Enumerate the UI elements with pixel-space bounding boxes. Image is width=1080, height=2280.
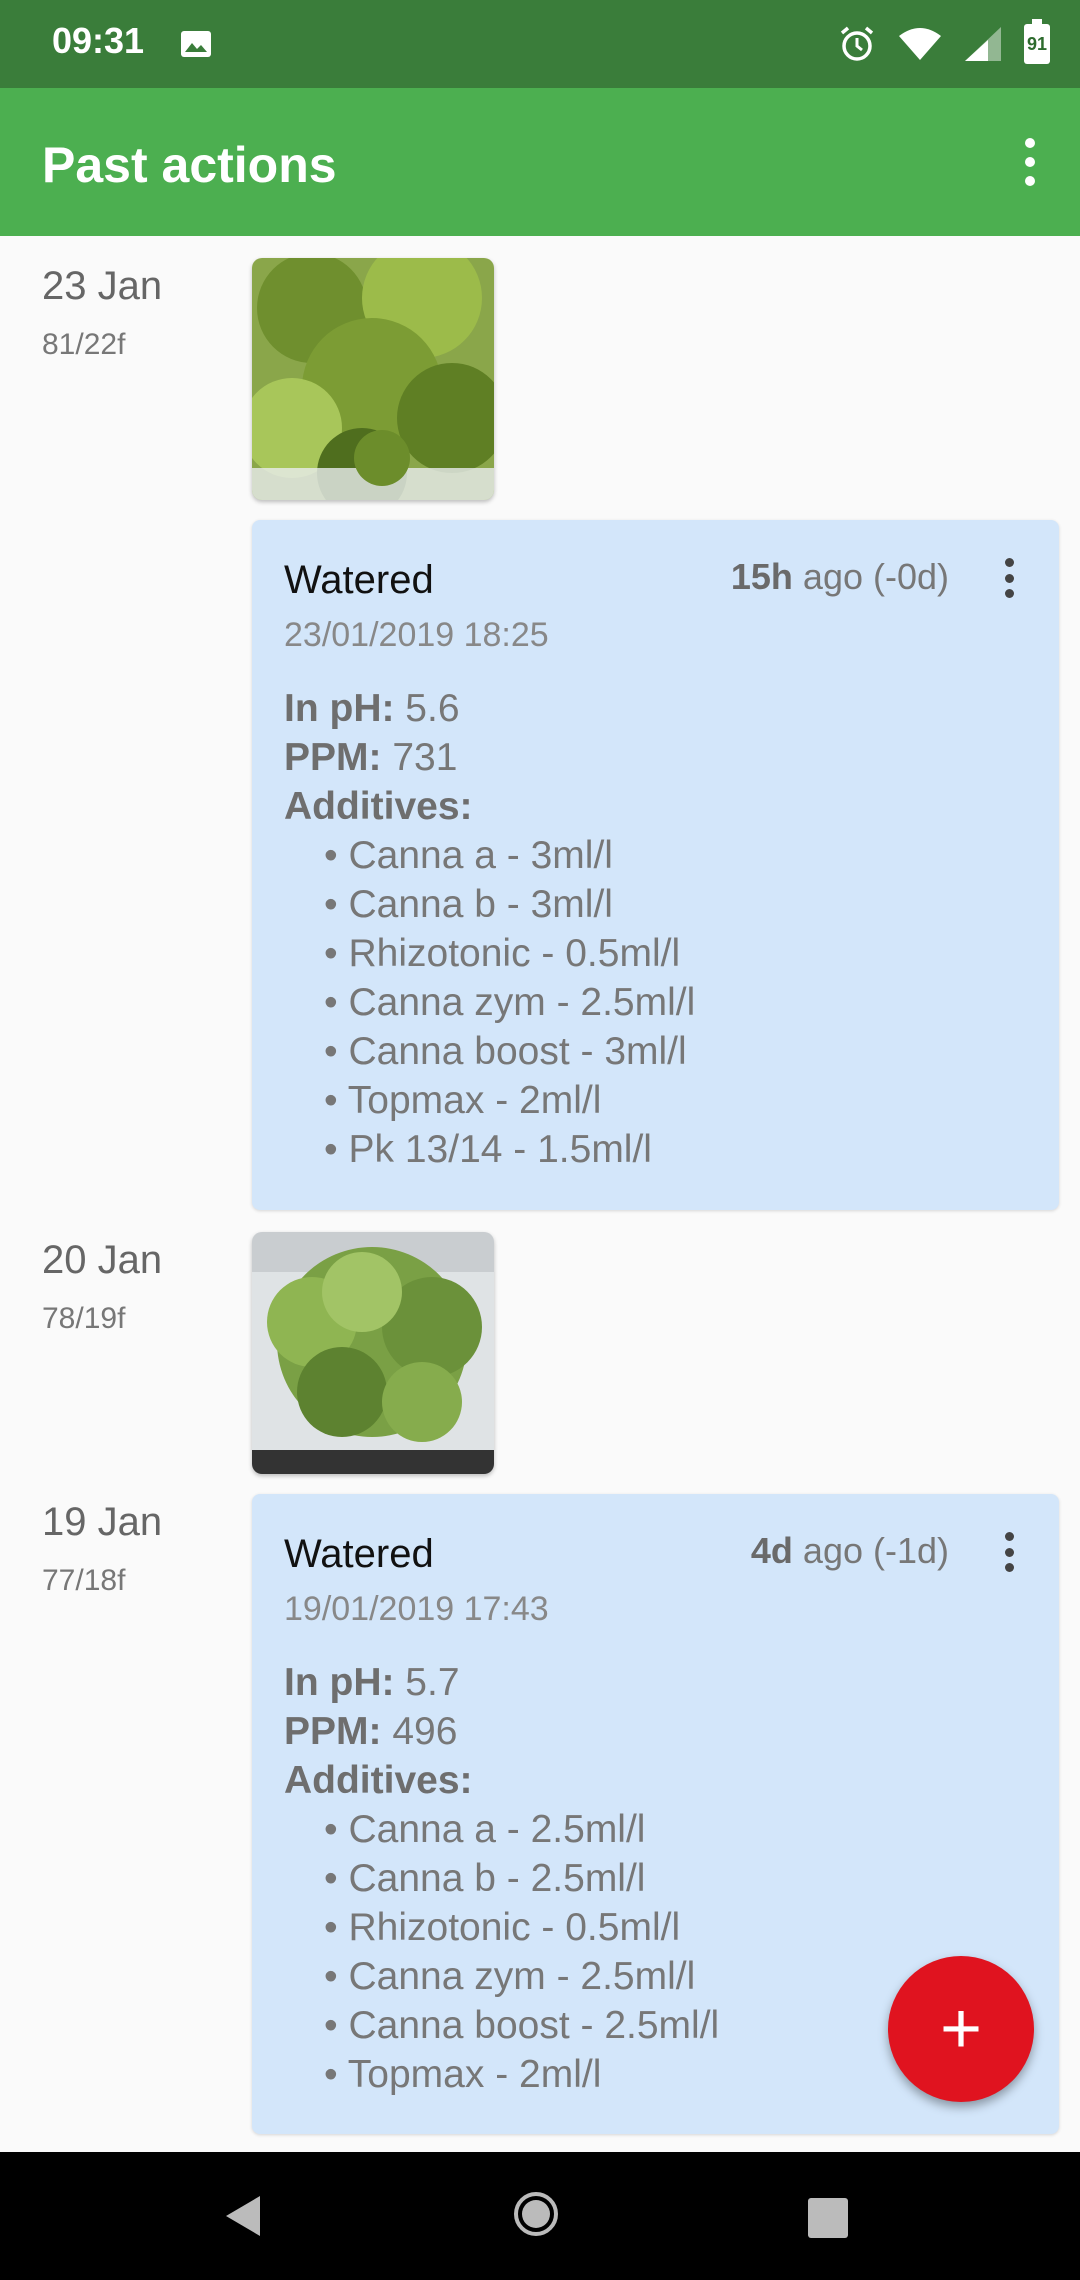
- back-icon[interactable]: [224, 2194, 264, 2238]
- action-title: Watered: [284, 558, 434, 602]
- battery-level: 91: [1026, 33, 1048, 54]
- entry-date: 20 Jan: [42, 1238, 163, 1282]
- alarm-icon: [840, 26, 874, 61]
- additive-item: Topmax - 2ml/l: [324, 2050, 719, 2099]
- additives-list: Canna a - 3ml/l Canna b - 3ml/l Rhizoton…: [284, 831, 695, 1174]
- additive-item: Canna b - 2.5ml/l: [324, 1854, 719, 1903]
- additive-item: Canna boost - 3ml/l: [324, 1027, 695, 1076]
- time-ago: 4d ago (-1d): [750, 1530, 949, 1571]
- entry-date: 23 Jan: [42, 264, 163, 308]
- cell-signal-icon: [965, 27, 1001, 61]
- page-title: Past actions: [42, 137, 337, 193]
- entry-date: 19 Jan: [42, 1500, 163, 1544]
- additives-label: Additives:: [284, 1759, 473, 1802]
- system-nav-bar: [0, 2152, 1080, 2280]
- recents-icon[interactable]: [808, 2198, 848, 2238]
- additive-item: Canna a - 2.5ml/l: [324, 1805, 719, 1854]
- plant-photo[interactable]: [252, 1232, 494, 1474]
- plant-photo[interactable]: [252, 258, 494, 500]
- battery-icon: 91: [1024, 19, 1050, 64]
- ph-row: In pH: 5.7: [284, 1661, 460, 1704]
- ppm-row: PPM: 731: [284, 736, 458, 779]
- action-details: In pH: 5.7 PPM: 496 Additives: Canna a -…: [284, 1658, 719, 2099]
- plus-icon: +: [939, 1989, 983, 2069]
- app-bar: Past actions: [0, 88, 1080, 236]
- additives-list: Canna a - 2.5ml/l Canna b - 2.5ml/l Rhiz…: [284, 1805, 719, 2099]
- additive-item: Canna a - 3ml/l: [324, 831, 695, 880]
- card-menu-icon[interactable]: [1005, 1532, 1015, 1572]
- entry-week-day: 77/18f: [42, 1564, 126, 1597]
- additive-item: Pk 13/14 - 1.5ml/l: [324, 1125, 695, 1174]
- card-menu-icon[interactable]: [1005, 558, 1015, 598]
- ph-row: In pH: 5.6: [284, 687, 460, 730]
- overflow-menu-icon[interactable]: [1006, 130, 1054, 194]
- add-action-button[interactable]: +: [888, 1956, 1034, 2102]
- action-datetime: 23/01/2019 18:25: [284, 616, 549, 654]
- additive-item: Canna boost - 2.5ml/l: [324, 2001, 720, 2050]
- entry-week-day: 81/22f: [42, 328, 126, 361]
- action-card[interactable]: Watered 15h ago (-0d) 23/01/2019 18:25 I…: [252, 520, 1059, 1210]
- status-bar: 09:31 91: [0, 0, 1080, 88]
- image-notification-icon: [181, 31, 211, 57]
- status-time: 09:31: [52, 20, 145, 61]
- additive-item: Canna zym - 2.5ml/l: [324, 978, 696, 1027]
- additive-item: Canna b - 3ml/l: [324, 880, 695, 929]
- action-title: Watered: [284, 1532, 434, 1576]
- wifi-icon: [899, 28, 941, 60]
- additives-label: Additives:: [284, 785, 473, 828]
- actions-list[interactable]: 23 Jan 81/22f Watered 15h ago (-0d) 23/0…: [0, 236, 1080, 2152]
- time-ago: 15h ago (-0d): [730, 556, 949, 597]
- additive-item: Rhizotonic - 0.5ml/l: [324, 929, 695, 978]
- entry-week-day: 78/19f: [42, 1302, 126, 1335]
- action-datetime: 19/01/2019 17:43: [284, 1590, 549, 1628]
- action-details: In pH: 5.6 PPM: 731 Additives: Canna a -…: [284, 684, 695, 1174]
- additive-item: Topmax - 2ml/l: [324, 1076, 695, 1125]
- additive-item: Rhizotonic - 0.5ml/l: [324, 1903, 719, 1952]
- ppm-row: PPM: 496: [284, 1710, 458, 1753]
- home-icon[interactable]: [514, 2192, 558, 2236]
- additive-item: Canna zym - 2.5ml/l: [324, 1952, 719, 2001]
